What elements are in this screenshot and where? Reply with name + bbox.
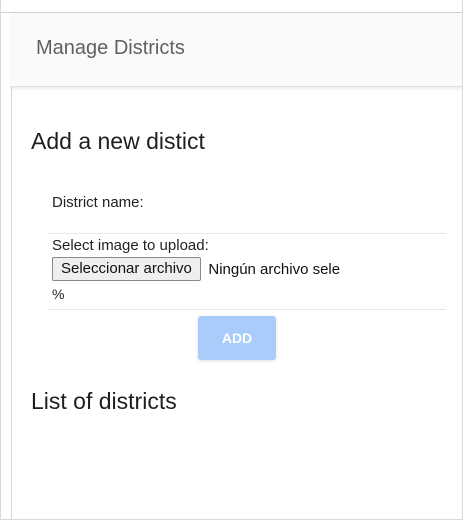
upload-image-label: Select image to upload: <box>52 237 209 254</box>
district-name-divider <box>48 233 446 234</box>
upload-progress-text: % <box>52 286 65 302</box>
page-header: Manage Districts <box>11 13 462 87</box>
select-file-button[interactable]: Seleccionar archivo <box>52 257 201 281</box>
file-input[interactable]: Seleccionar archivo Ningún archivo sele <box>52 257 444 285</box>
page-title: Manage Districts <box>36 37 185 59</box>
add-district-title: Add a new distict <box>31 128 205 154</box>
file-status-text: Ningún archivo sele <box>208 260 341 278</box>
top-strip <box>1 0 462 13</box>
district-list-title: List of districts <box>31 388 177 414</box>
manage-districts-window: Manage Districts Add a new distict Distr… <box>0 0 463 520</box>
left-divider <box>11 13 12 519</box>
upload-divider <box>48 309 446 310</box>
add-district-button[interactable]: ADD <box>198 316 276 360</box>
district-name-label: District name: <box>52 194 144 211</box>
